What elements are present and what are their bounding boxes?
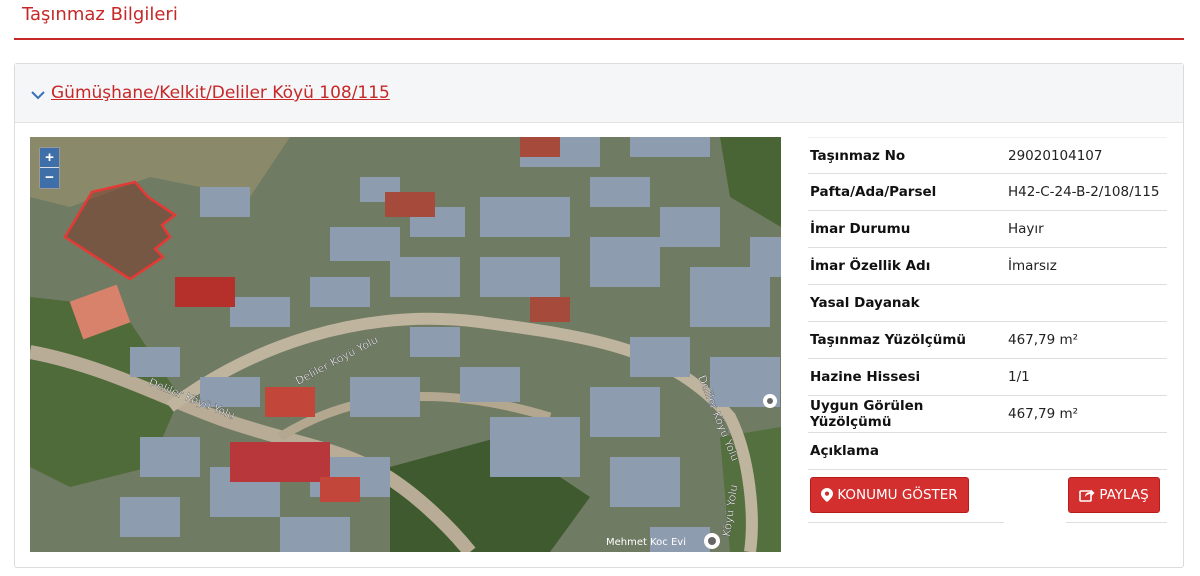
detail-label: Taşınmaz Yüzölçümü bbox=[810, 332, 967, 348]
poi-label: Mehmet Koc Evi bbox=[606, 537, 686, 548]
detail-row-pafta: Pafta/Ada/Parsel H42-C-24-B-2/108/115 bbox=[808, 174, 1167, 211]
detail-row-imar-durumu: İmar Durumu Hayır bbox=[808, 211, 1167, 248]
detail-value: 29020104107 bbox=[1008, 147, 1103, 164]
detail-value: H42-C-24-B-2/108/115 bbox=[1008, 184, 1160, 200]
show-location-button[interactable]: KONUMU GÖSTER bbox=[810, 477, 969, 513]
detail-row-tasinmaz-no: Taşınmaz No 29020104107 bbox=[808, 137, 1167, 174]
detail-value: 1/1 bbox=[1008, 369, 1030, 385]
share-icon bbox=[1079, 489, 1095, 502]
property-title-link[interactable]: Gümüşhane/Kelkit/Deliler Köyü 108/115 bbox=[51, 83, 390, 103]
zoom-control: + − bbox=[39, 147, 60, 189]
detail-row-hazine-hissesi: Hazine Hissesi 1/1 bbox=[808, 359, 1167, 396]
zoom-out-button[interactable]: − bbox=[40, 168, 59, 188]
satellite-map[interactable]: Deliler Köyü Yolu Deliler Köyü Yolu Deli… bbox=[30, 137, 781, 552]
detail-row-aciklama: Açıklama bbox=[808, 433, 1167, 470]
detail-label: Pafta/Ada/Parsel bbox=[810, 184, 937, 200]
share-button[interactable]: PAYLAŞ bbox=[1068, 477, 1160, 513]
detail-row-imar-ozellik: İmar Özellik Adı İmarsız bbox=[808, 248, 1167, 285]
detail-label: İmar Durumu bbox=[810, 221, 911, 237]
page-title: Taşınmaz Bilgileri bbox=[22, 4, 178, 25]
detail-row-uygun-yuzolcumu: Uygun Görülen Yüzölçümü 467,79 m² bbox=[808, 396, 1167, 433]
chevron-down-icon bbox=[31, 91, 45, 100]
panel-header[interactable]: Gümüşhane/Kelkit/Deliler Köyü 108/115 bbox=[15, 64, 1183, 123]
show-location-label: KONUMU GÖSTER bbox=[837, 487, 958, 503]
detail-label: Uygun Görülen Yüzölçümü bbox=[810, 398, 924, 430]
detail-row-yasal-dayanak: Yasal Dayanak bbox=[808, 285, 1167, 322]
detail-label: Açıklama bbox=[810, 443, 879, 459]
detail-row-yuzolcumu: Taşınmaz Yüzölçümü 467,79 m² bbox=[808, 322, 1167, 359]
action-bar: KONUMU GÖSTER PAYLAŞ bbox=[808, 471, 1167, 523]
detail-label: İmar Özellik Adı bbox=[810, 258, 931, 274]
share-label: PAYLAŞ bbox=[1099, 487, 1149, 503]
property-panel: Gümüşhane/Kelkit/Deliler Köyü 108/115 De… bbox=[14, 63, 1184, 568]
map-imagery: Deliler Köyü Yolu Deliler Köyü Yolu Deli… bbox=[30, 137, 781, 552]
detail-value: Hayır bbox=[1008, 221, 1044, 237]
zoom-in-button[interactable]: + bbox=[40, 148, 59, 168]
property-details-table: Taşınmaz No 29020104107 Pafta/Ada/Parsel… bbox=[808, 137, 1167, 470]
title-divider bbox=[14, 38, 1184, 40]
map-marker-icon bbox=[821, 488, 834, 502]
detail-value: 467,79 m² bbox=[1008, 406, 1079, 422]
detail-value: 467,79 m² bbox=[1008, 332, 1079, 348]
detail-label: Hazine Hissesi bbox=[810, 369, 921, 385]
detail-label: Taşınmaz No bbox=[810, 147, 906, 164]
action-divider-left bbox=[808, 522, 1004, 523]
detail-label: Yasal Dayanak bbox=[810, 295, 920, 311]
detail-value: İmarsız bbox=[1008, 258, 1057, 274]
action-divider-right bbox=[1066, 522, 1167, 523]
